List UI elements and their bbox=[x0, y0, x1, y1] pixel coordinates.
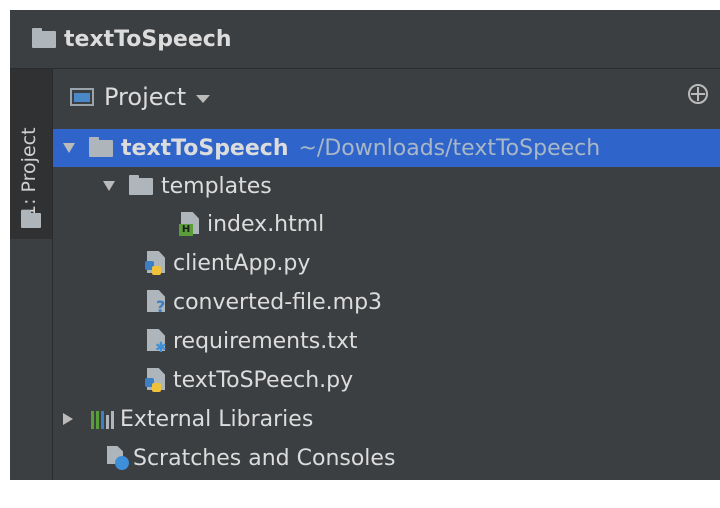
locate-file-icon[interactable] bbox=[688, 84, 708, 104]
tree-item-tts-py[interactable]: textToSPeech.py bbox=[53, 361, 353, 399]
tree-item-label: clientApp.py bbox=[173, 250, 311, 276]
project-panel: Project textToSpeech ~/Downloads/textToS… bbox=[53, 69, 720, 480]
tree-item-templates[interactable]: templates bbox=[53, 167, 272, 205]
tree-item-label: index.html bbox=[207, 211, 325, 237]
python-file-icon bbox=[145, 368, 169, 392]
tree-item-external-libraries[interactable]: External Libraries bbox=[53, 400, 313, 438]
text-file-icon: ✱ bbox=[145, 329, 169, 355]
folder-icon bbox=[89, 136, 113, 157]
tree-item-converted-file[interactable]: ? converted-file.mp3 bbox=[53, 283, 382, 321]
html-file-icon: H bbox=[179, 212, 203, 236]
folder-icon bbox=[32, 27, 56, 48]
folder-icon bbox=[129, 174, 153, 195]
tree-item-index-html[interactable]: H index.html bbox=[53, 205, 324, 243]
project-panel-header: Project bbox=[53, 69, 720, 125]
expand-arrow-icon[interactable] bbox=[103, 181, 115, 191]
project-view-icon bbox=[70, 88, 94, 106]
tree-item-label: Scratches and Consoles bbox=[133, 445, 396, 471]
python-file-icon bbox=[145, 251, 169, 275]
window-title[interactable]: textToSpeech bbox=[64, 27, 231, 52]
root-path: ~/Downloads/textToSpeech bbox=[298, 135, 601, 161]
tree-item-scratches[interactable]: Scratches and Consoles bbox=[53, 439, 395, 477]
tree-item-label: External Libraries bbox=[120, 406, 314, 432]
libraries-icon bbox=[91, 409, 114, 429]
folder-icon bbox=[21, 210, 41, 228]
tree-item-label: templates bbox=[161, 173, 272, 199]
project-tool-tab[interactable]: 1: Project bbox=[10, 69, 52, 239]
chevron-down-icon[interactable] bbox=[196, 94, 211, 103]
expand-arrow-icon[interactable] bbox=[63, 413, 73, 425]
tree-item-label: requirements.txt bbox=[173, 328, 358, 354]
audio-file-icon: ? bbox=[145, 290, 169, 315]
project-view-selector[interactable]: Project bbox=[104, 83, 186, 111]
tree-item-label: textToSPeech.py bbox=[173, 367, 354, 393]
tree-item-client-app[interactable]: clientApp.py bbox=[53, 244, 310, 282]
scratches-icon bbox=[105, 446, 129, 470]
tree-item-label: converted-file.mp3 bbox=[173, 289, 383, 315]
navigation-bar: textToSpeech bbox=[10, 10, 720, 69]
root-name: textToSpeech bbox=[121, 135, 289, 161]
expand-arrow-icon[interactable] bbox=[63, 143, 75, 153]
tree-item-requirements[interactable]: ✱ requirements.txt bbox=[53, 322, 357, 360]
ide-window: textToSpeech 1: Project Project textToSp… bbox=[10, 10, 720, 480]
tool-window-strip: 1: Project bbox=[10, 69, 53, 480]
tree-item-root[interactable]: textToSpeech ~/Downloads/textToSpeech bbox=[53, 129, 720, 167]
project-tool-tab-label: 1: Project bbox=[18, 127, 40, 217]
